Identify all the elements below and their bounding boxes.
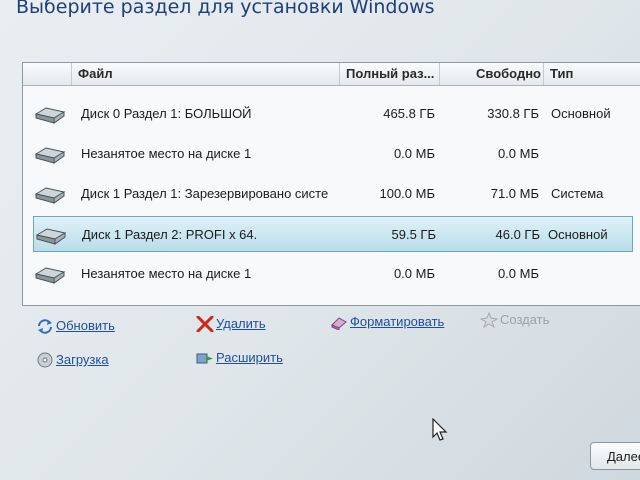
- delete-icon: [196, 316, 214, 332]
- partition-type: [551, 256, 640, 292]
- partition-type: Основной: [551, 106, 611, 121]
- header-icon-column: [23, 63, 71, 85]
- header-total-size[interactable]: Полный раз...: [339, 63, 439, 85]
- partition-total-size: 0.0 МБ: [393, 266, 435, 281]
- table-row-selected[interactable]: Диск 1 Раздел 2: PROFI x 64. 59.5 ГБ 46.…: [33, 216, 633, 252]
- partition-free: 330.8 ГБ: [487, 106, 539, 121]
- star-icon: [480, 312, 498, 328]
- partition-type: Основной: [548, 227, 608, 242]
- refresh-icon: [38, 319, 52, 334]
- next-button[interactable]: Далее: [590, 442, 640, 470]
- partition-name: Диск 1 Раздел 2: PROFI x 64.: [82, 227, 258, 242]
- table-row[interactable]: Незанятое место на диске 1 0.0 МБ 0.0 МБ: [23, 136, 640, 172]
- table-row[interactable]: Незанятое место на диске 1 0.0 МБ 0.0 МБ: [23, 256, 640, 292]
- partition-type: Система: [551, 186, 604, 201]
- cd-icon: [37, 352, 53, 368]
- disk-icon: [34, 107, 66, 124]
- partition-free: 71.0 МБ: [490, 186, 539, 201]
- mouse-cursor-icon: [432, 418, 448, 441]
- header-type[interactable]: Тип: [543, 63, 640, 85]
- create-label: Создать: [500, 312, 550, 327]
- partition-total-size: 465.8 ГБ: [383, 106, 435, 121]
- disk-icon: [34, 267, 66, 284]
- table-row[interactable]: Диск 1 Раздел 1: Зарезервировано систе 1…: [23, 176, 640, 212]
- eraser-icon: [331, 317, 347, 330]
- header-free[interactable]: Свободно: [439, 63, 543, 85]
- table-row[interactable]: Диск 0 Раздел 1: БОЛЬШОЙ 465.8 ГБ 330.8 …: [23, 96, 640, 132]
- partition-type: [551, 136, 640, 172]
- partition-free: 0.0 МБ: [497, 146, 539, 161]
- partition-name: Незанятое место на диске 1: [81, 266, 252, 281]
- header-file[interactable]: Файл: [71, 63, 339, 85]
- delete-label: Удалить: [216, 316, 266, 331]
- partition-total-size: 0.0 МБ: [393, 146, 435, 161]
- format-label: Форматировать: [350, 314, 445, 329]
- partition-total-size: 100.0 МБ: [379, 186, 435, 201]
- disk-icon: [35, 228, 67, 245]
- partition-name: Диск 1 Раздел 1: Зарезервировано систе: [81, 186, 329, 201]
- partition-name: Диск 0 Раздел 1: БОЛЬШОЙ: [81, 106, 252, 121]
- page-title: Выберите раздел для установки Windows: [16, 0, 435, 18]
- partition-free: 46.0 ГБ: [495, 227, 540, 242]
- load-driver-label: Загрузка: [56, 352, 109, 367]
- partition-name: Незанятое место на диске 1: [81, 146, 252, 161]
- disk-icon: [34, 147, 66, 164]
- table-header: Файл Полный раз... Свободно Тип: [23, 63, 640, 86]
- extend-label: Расширить: [216, 350, 283, 365]
- disk-icon: [34, 187, 66, 204]
- partition-total-size: 59.5 ГБ: [391, 227, 436, 242]
- refresh-label: Обновить: [56, 318, 115, 333]
- partition-table: Файл Полный раз... Свободно Тип Диск 0 Р…: [22, 62, 640, 306]
- extend-icon: [196, 353, 213, 364]
- partition-free: 0.0 МБ: [497, 266, 539, 281]
